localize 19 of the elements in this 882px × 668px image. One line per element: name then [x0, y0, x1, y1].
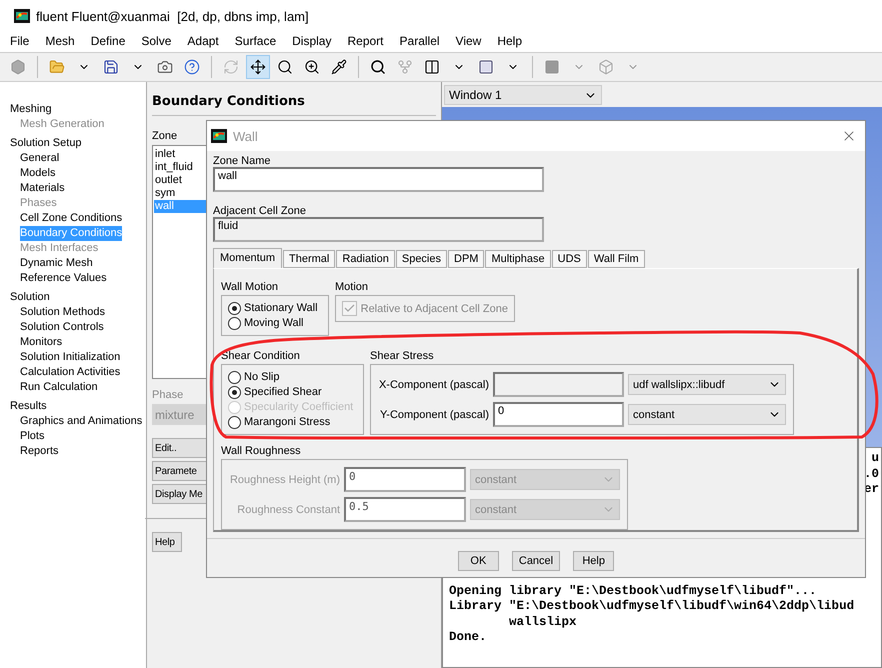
phase-label: Phase — [152, 389, 184, 401]
panel-title: Boundary Conditions — [152, 88, 436, 116]
console-line: Done. — [449, 630, 488, 646]
group-label: Wall Motion — [221, 281, 278, 293]
field-label: Y-Component (pascal) — [378, 408, 489, 420]
field-label: Roughness Constant — [236, 504, 340, 516]
field-label: X-Component (pascal) — [378, 378, 489, 390]
console-text: .0 — [864, 466, 880, 482]
field-label: Zone Name — [213, 155, 270, 167]
window-title: fluent Fluent@xuanmai [2d, dp, dbns imp, lam] — [36, 8, 309, 24]
zone-label: Zone — [152, 130, 178, 142]
console-text: u — [871, 451, 880, 466]
console-line: Library "E:\Destbook\udfmyself\libudf\win64\2ddp\libud — [449, 599, 856, 614]
dialog-title: Wall — [233, 128, 259, 144]
group-label: Motion — [335, 281, 368, 293]
console-line: wallslipx — [508, 614, 578, 630]
field-label: Adjacent Cell Zone — [213, 205, 306, 217]
group-label: Shear Stress — [370, 350, 434, 362]
console-line: Opening library "E:\Destbook\udfmyself\libudf"... — [449, 584, 818, 599]
